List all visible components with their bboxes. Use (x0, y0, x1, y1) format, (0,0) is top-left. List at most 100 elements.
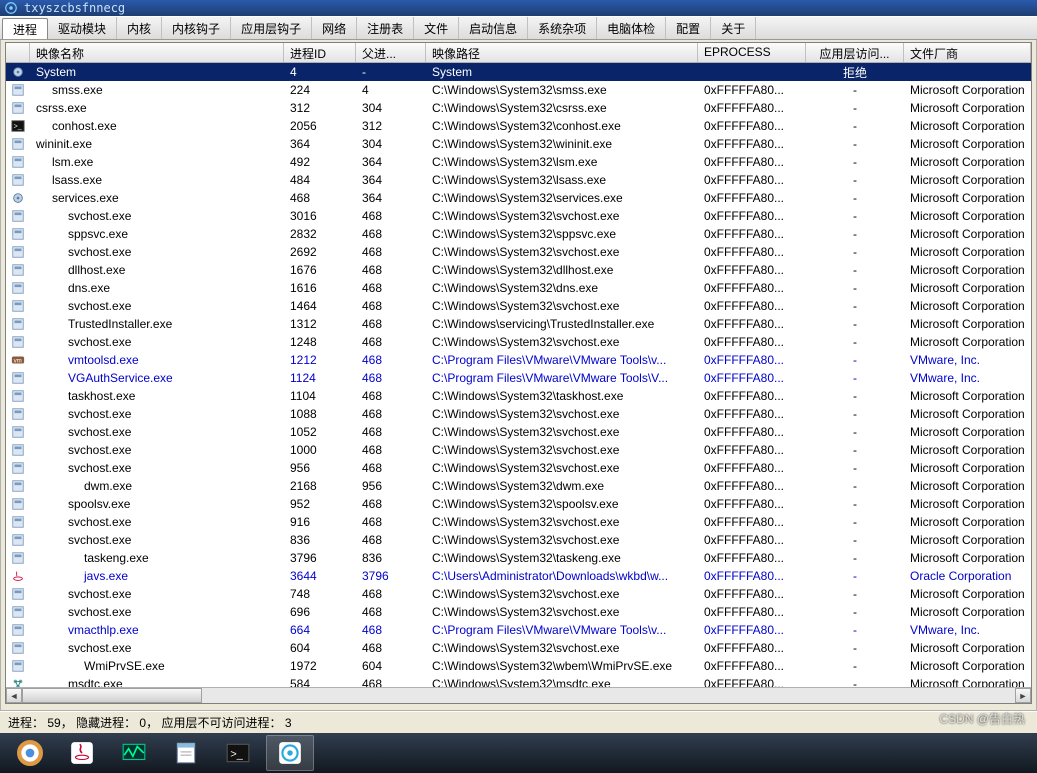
table-row[interactable]: svchost.exe956468C:\Windows\System32\svc… (6, 459, 1031, 477)
cell-access: - (806, 101, 904, 115)
table-row[interactable]: svchost.exe2692468C:\Windows\System32\sv… (6, 243, 1031, 261)
tab-11[interactable]: 配置 (666, 17, 711, 39)
scroll-track[interactable] (22, 688, 1015, 703)
process-icon (6, 641, 30, 655)
table-row[interactable]: svchost.exe604468C:\Windows\System32\svc… (6, 639, 1031, 657)
cell-ppid: 468 (356, 515, 426, 529)
cell-pid: 952 (284, 497, 356, 511)
col-icon[interactable] (6, 43, 30, 62)
table-row[interactable]: System4-System拒绝 (6, 63, 1031, 81)
table-row[interactable]: taskhost.exe1104468C:\Windows\System32\t… (6, 387, 1031, 405)
tab-3[interactable]: 内核钩子 (162, 17, 231, 39)
cell-vendor: Microsoft Corporation (904, 551, 1031, 565)
table-row[interactable]: vmvmtoolsd.exe1212468C:\Program Files\VM… (6, 351, 1031, 369)
taskbar-notepad-icon[interactable] (162, 735, 210, 771)
tab-8[interactable]: 启动信息 (459, 17, 528, 39)
cell-ppid: 604 (356, 659, 426, 673)
cell-access: - (806, 299, 904, 313)
cell-access: - (806, 137, 904, 151)
grid-header[interactable]: 映像名称 进程ID 父进... 映像路径 EPROCESS 应用层访问... 文… (6, 43, 1031, 63)
taskbar-java-icon[interactable] (58, 735, 106, 771)
tab-4[interactable]: 应用层钩子 (231, 17, 312, 39)
cell-access: - (806, 659, 904, 673)
table-row[interactable]: WmiPrvSE.exe1972604C:\Windows\System32\w… (6, 657, 1031, 675)
process-icon (6, 479, 30, 493)
process-icon (6, 425, 30, 439)
cell-vendor: Microsoft Corporation (904, 263, 1031, 277)
tab-1[interactable]: 驱动模块 (48, 17, 117, 39)
cell-name: svchost.exe (30, 605, 284, 619)
table-row[interactable]: >_conhost.exe2056312C:\Windows\System32\… (6, 117, 1031, 135)
table-row[interactable]: dns.exe1616468C:\Windows\System32\dns.ex… (6, 279, 1031, 297)
scroll-thumb[interactable] (22, 688, 202, 703)
table-row[interactable]: lsass.exe484364C:\Windows\System32\lsass… (6, 171, 1031, 189)
table-row[interactable]: svchost.exe748468C:\Windows\System32\svc… (6, 585, 1031, 603)
cell-pid: 916 (284, 515, 356, 529)
taskbar-cmd-icon[interactable]: >_ (214, 735, 262, 771)
col-vendor[interactable]: 文件厂商 (904, 43, 1031, 62)
table-row[interactable]: svchost.exe696468C:\Windows\System32\svc… (6, 603, 1031, 621)
cell-access: - (806, 389, 904, 403)
tab-2[interactable]: 内核 (117, 17, 162, 39)
cell-access: - (806, 677, 904, 687)
table-row[interactable]: dllhost.exe1676468C:\Windows\System32\dl… (6, 261, 1031, 279)
tab-6[interactable]: 注册表 (357, 17, 414, 39)
col-ppid[interactable]: 父进... (356, 43, 426, 62)
col-name[interactable]: 映像名称 (30, 43, 284, 62)
taskbar-pchunter-icon[interactable] (266, 735, 314, 771)
col-eprocess[interactable]: EPROCESS (698, 43, 806, 62)
table-row[interactable]: javs.exe36443796C:\Users\Administrator\D… (6, 567, 1031, 585)
table-row[interactable]: csrss.exe312304C:\Windows\System32\csrss… (6, 99, 1031, 117)
status-hidden-count: 0， (139, 714, 158, 731)
scroll-right-button[interactable]: ► (1015, 688, 1031, 703)
table-row[interactable]: svchost.exe1088468C:\Windows\System32\sv… (6, 405, 1031, 423)
cell-eprocess: 0xFFFFFA80... (698, 569, 806, 583)
table-row[interactable]: vmacthlp.exe664468C:\Program Files\VMwar… (6, 621, 1031, 639)
table-row[interactable]: taskeng.exe3796836C:\Windows\System32\ta… (6, 549, 1031, 567)
hscrollbar[interactable]: ◄ ► (6, 687, 1031, 703)
table-row[interactable]: svchost.exe3016468C:\Windows\System32\sv… (6, 207, 1031, 225)
table-row[interactable]: msdtc.exe584468C:\Windows\System32\msdtc… (6, 675, 1031, 687)
cell-name: System (30, 65, 284, 79)
col-path[interactable]: 映像路径 (426, 43, 698, 62)
cell-access: - (806, 587, 904, 601)
cell-eprocess: 0xFFFFFA80... (698, 263, 806, 277)
table-row[interactable]: TrustedInstaller.exe1312468C:\Windows\se… (6, 315, 1031, 333)
table-row[interactable]: svchost.exe1464468C:\Windows\System32\sv… (6, 297, 1031, 315)
cell-vendor: Microsoft Corporation (904, 533, 1031, 547)
table-row[interactable]: svchost.exe1052468C:\Windows\System32\sv… (6, 423, 1031, 441)
process-icon (6, 371, 30, 385)
table-row[interactable]: dwm.exe2168956C:\Windows\System32\dwm.ex… (6, 477, 1031, 495)
cell-path: C:\Windows\System32\lsass.exe (426, 173, 698, 187)
tab-12[interactable]: 关于 (711, 17, 756, 39)
table-row[interactable]: lsm.exe492364C:\Windows\System32\lsm.exe… (6, 153, 1031, 171)
cell-name: conhost.exe (30, 119, 284, 133)
tab-9[interactable]: 系统杂项 (528, 17, 597, 39)
table-row[interactable]: svchost.exe1000468C:\Windows\System32\sv… (6, 441, 1031, 459)
cell-vendor: VMware, Inc. (904, 353, 1031, 367)
table-row[interactable]: spoolsv.exe952468C:\Windows\System32\spo… (6, 495, 1031, 513)
grid-body[interactable]: System4-System拒绝smss.exe2244C:\Windows\S… (6, 63, 1031, 687)
table-row[interactable]: sppsvc.exe2832468C:\Windows\System32\spp… (6, 225, 1031, 243)
table-row[interactable]: services.exe468364C:\Windows\System32\se… (6, 189, 1031, 207)
table-row[interactable]: VGAuthService.exe1124468C:\Program Files… (6, 369, 1031, 387)
col-pid[interactable]: 进程ID (284, 43, 356, 62)
col-access[interactable]: 应用层访问... (806, 43, 904, 62)
table-row[interactable]: wininit.exe364304C:\Windows\System32\win… (6, 135, 1031, 153)
scroll-left-button[interactable]: ◄ (6, 688, 22, 703)
table-row[interactable]: smss.exe2244C:\Windows\System32\smss.exe… (6, 81, 1031, 99)
table-row[interactable]: svchost.exe1248468C:\Windows\System32\sv… (6, 333, 1031, 351)
tab-0[interactable]: 进程 (2, 18, 48, 39)
taskbar-chrome-icon[interactable] (6, 735, 54, 771)
table-row[interactable]: svchost.exe836468C:\Windows\System32\svc… (6, 531, 1031, 549)
status-hidden-label: 隐藏进程： (76, 714, 136, 731)
tab-7[interactable]: 文件 (414, 17, 459, 39)
cell-pid: 4 (284, 65, 356, 79)
tab-10[interactable]: 电脑体检 (597, 17, 666, 39)
table-row[interactable]: svchost.exe916468C:\Windows\System32\svc… (6, 513, 1031, 531)
tab-5[interactable]: 网络 (312, 17, 357, 39)
cell-eprocess: 0xFFFFFA80... (698, 227, 806, 241)
svg-text:>_: >_ (230, 748, 243, 760)
process-icon: >_ (6, 119, 30, 133)
taskbar-sysmon-icon[interactable] (110, 735, 158, 771)
